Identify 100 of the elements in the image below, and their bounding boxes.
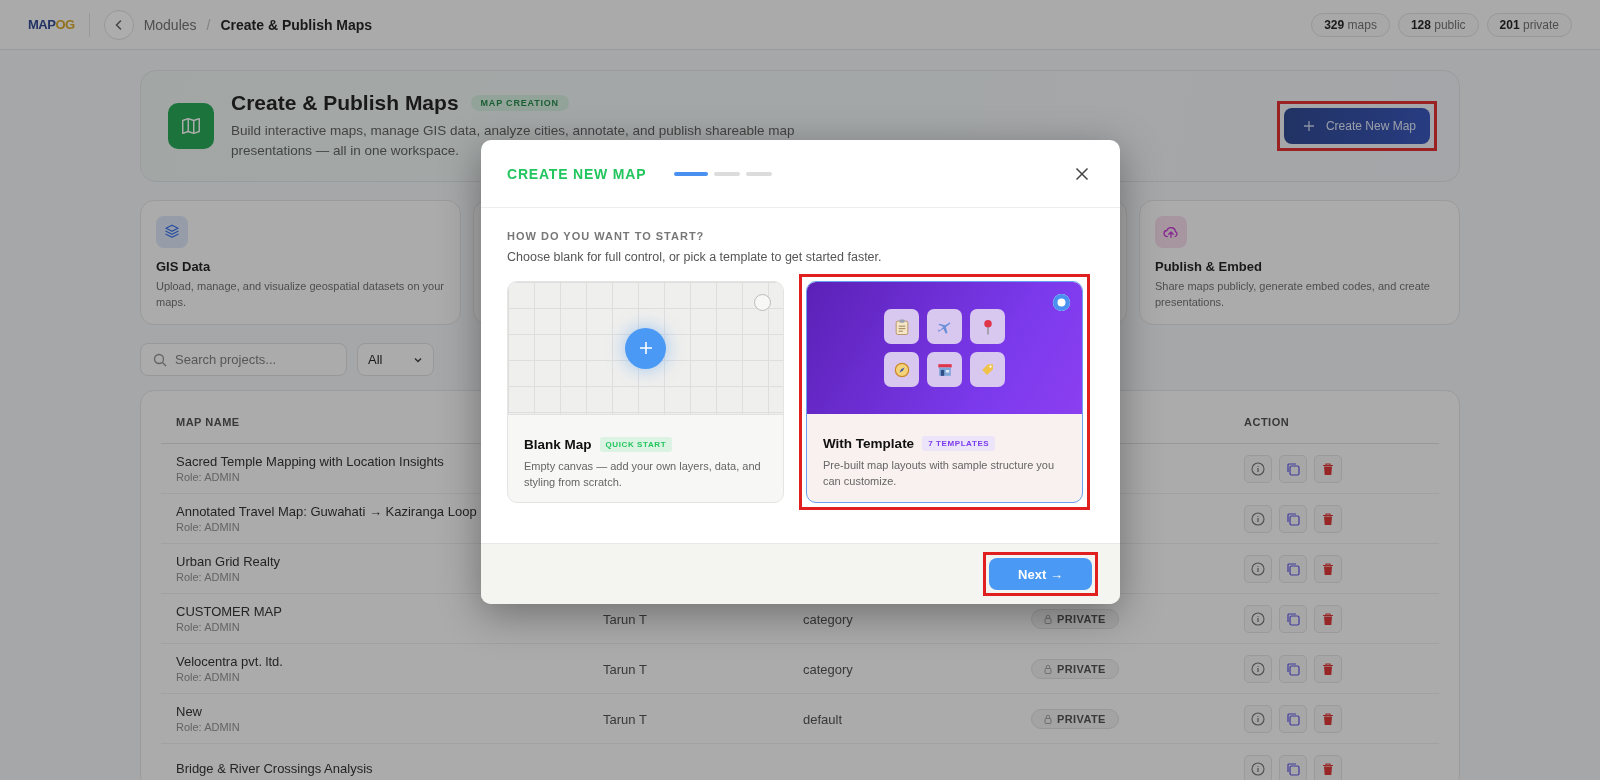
role-label: Role: ADMIN	[176, 621, 240, 633]
copy-icon	[1286, 561, 1300, 576]
category-label: default	[803, 711, 843, 727]
info-icon	[1251, 711, 1265, 726]
category-badge: MAP CREATION	[470, 95, 569, 111]
role-label: Role: ADMIN	[176, 721, 240, 733]
stat-badge: 201 private	[1486, 12, 1572, 37]
info-button[interactable]	[1244, 704, 1272, 733]
role-label: Role: ADMIN	[176, 671, 240, 683]
trash-icon	[1321, 561, 1335, 576]
info-icon	[1251, 661, 1265, 676]
copy-icon	[1286, 661, 1300, 676]
duplicate-button[interactable]	[1279, 554, 1307, 583]
info-button[interactable]	[1244, 754, 1272, 780]
visibility-badge: PRIVATE	[1031, 608, 1119, 629]
dialog-title: CREATE NEW MAP	[507, 165, 647, 182]
option-title: With Template	[823, 436, 915, 451]
map-name[interactable]: Sacred Temple Mapping with Location Insights	[176, 454, 444, 469]
owner-name: Tarun T	[603, 661, 647, 677]
search-field[interactable]: Search projects...	[140, 343, 347, 376]
map-name[interactable]: CUSTOMER MAP	[176, 604, 282, 619]
duplicate-button[interactable]	[1279, 754, 1307, 780]
question-heading: HOW DO YOU WANT TO START?	[507, 230, 706, 242]
option-description: Pre-built map layouts with sample structure you can customize.	[823, 458, 1056, 489]
owner-name: Tarun T	[603, 611, 647, 627]
visibility-badge: PRIVATE	[1031, 708, 1119, 729]
role-label: Role: ADMIN	[176, 571, 240, 583]
role-label: Role: ADMIN	[176, 471, 240, 483]
category-label: category	[803, 661, 853, 677]
map-name[interactable]: Bridge & River Crossings Analysis	[176, 761, 373, 776]
duplicate-button[interactable]	[1279, 704, 1307, 733]
lock-icon	[1044, 713, 1052, 724]
info-button[interactable]	[1244, 554, 1272, 583]
trash-icon	[1321, 661, 1335, 676]
feature-title: Publish & Embed	[1155, 259, 1263, 274]
search-icon	[153, 353, 167, 367]
map-name[interactable]: Velocentra pvt. ltd.	[176, 654, 283, 669]
breadcrumb-link[interactable]: Modules	[143, 16, 197, 33]
info-button[interactable]	[1244, 454, 1272, 483]
feature-description: Upload, manage, and visualize geospatial datasets on your maps.	[156, 279, 445, 310]
info-icon	[1251, 511, 1265, 526]
plus-icon	[638, 341, 653, 355]
delete-button[interactable]	[1314, 554, 1342, 583]
option-card[interactable]: With Template 7 TEMPLATES Pre-built map layouts with sample structure you can customize.	[806, 281, 1083, 503]
info-button[interactable]	[1244, 604, 1272, 633]
trash-icon	[1321, 511, 1335, 526]
column-header: ACTION	[1244, 416, 1290, 428]
map-icon	[168, 103, 214, 149]
delete-button[interactable]	[1314, 604, 1342, 633]
question-hint: Choose blank for full control, or pick a template to get started faster.	[507, 250, 883, 264]
delete-button[interactable]	[1314, 504, 1342, 533]
duplicate-button[interactable]	[1279, 654, 1307, 683]
duplicate-button[interactable]	[1279, 504, 1307, 533]
stat-badge: 329 maps	[1311, 12, 1390, 37]
info-icon	[1251, 761, 1265, 776]
visibility-badge: PRIVATE	[1031, 658, 1119, 679]
option-card[interactable]: Blank Map QUICK START Empty canvas — add your own layers, data, and styling from scratch.	[507, 281, 784, 503]
map-name[interactable]: New	[176, 704, 202, 719]
breadcrumb-current: Create & Publish Maps	[220, 16, 373, 33]
duplicate-button[interactable]	[1279, 454, 1307, 483]
layers-icon	[163, 223, 181, 241]
copy-icon	[1286, 761, 1300, 776]
info-icon	[1251, 461, 1265, 476]
info-button[interactable]	[1244, 654, 1272, 683]
column-header: MAP NAME	[176, 416, 240, 428]
trash-icon	[1321, 611, 1335, 626]
stat-badge: 128 public	[1397, 12, 1479, 37]
option-badge: QUICK START	[599, 437, 673, 452]
option-description: Empty canvas — add your own layers, data, and styling from scratch.	[524, 459, 762, 490]
trash-icon	[1321, 711, 1335, 726]
lock-icon	[1044, 613, 1052, 624]
feature-title: GIS Data	[156, 259, 212, 274]
delete-button[interactable]	[1314, 654, 1342, 683]
map-name[interactable]: Urban Grid Realty	[176, 554, 281, 569]
category-label: category	[803, 611, 853, 627]
feature-description: Share maps publicly, generate embed codes, and create presentations.	[1155, 279, 1431, 310]
close-icon	[1075, 166, 1089, 181]
map-name[interactable]: Annotated Travel Map: Guwahati → Kaziranga Loop	[176, 504, 477, 519]
option-badge: 7 TEMPLATES	[922, 436, 996, 451]
info-button[interactable]	[1244, 504, 1272, 533]
info-icon	[1251, 561, 1265, 576]
copy-icon	[1286, 711, 1300, 726]
delete-button[interactable]	[1314, 754, 1342, 780]
lock-icon	[1044, 663, 1052, 674]
copy-icon	[1286, 611, 1300, 626]
plus-icon	[1302, 120, 1315, 132]
breadcrumb-separator: /	[206, 16, 211, 33]
option-title: Blank Map	[524, 437, 592, 452]
duplicate-button[interactable]	[1279, 604, 1307, 633]
logo[interactable]: MAPOG	[28, 17, 75, 32]
trash-icon	[1321, 761, 1335, 776]
delete-button[interactable]	[1314, 454, 1342, 483]
copy-icon	[1286, 511, 1300, 526]
role-label: Role: ADMIN	[176, 521, 240, 533]
create-map-button[interactable]: Create New Map	[1283, 108, 1430, 144]
page-title: Create & Publish Maps	[231, 91, 459, 115]
delete-button[interactable]	[1314, 704, 1342, 733]
filter-dropdown[interactable]: All	[357, 343, 434, 376]
copy-icon	[1286, 461, 1300, 476]
info-icon	[1251, 611, 1265, 626]
